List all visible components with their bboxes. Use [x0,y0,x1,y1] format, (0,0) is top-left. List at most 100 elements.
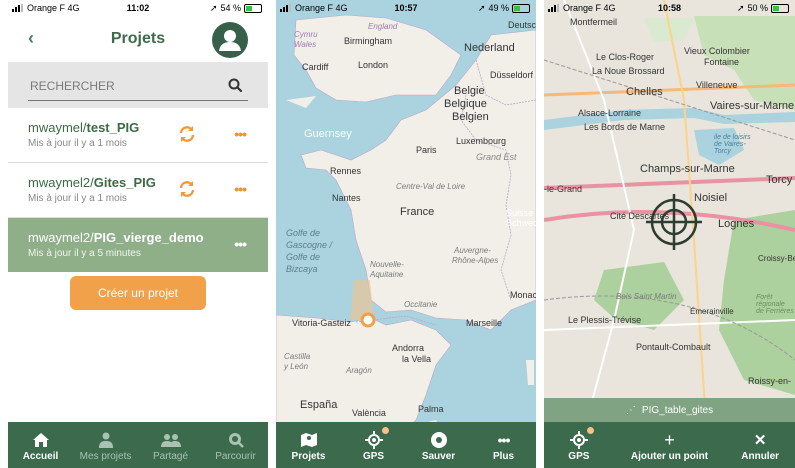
map-label: Noisiel [694,192,728,204]
more-options-icon[interactable]: ••• [234,181,247,197]
map-label: Deutsch [508,20,536,30]
battery-icon [244,3,262,13]
location-icon: ➚ [477,2,486,13]
plus-icon: + [664,429,675,450]
map-label: Cardiff [302,62,329,72]
map-label: Monaco [510,290,536,300]
location-icon: ➚ [736,2,745,13]
layer-points-icon: ⋰ [625,404,636,416]
map-label: Champs-sur-Marne [640,163,735,175]
search-icon[interactable] [228,78,242,92]
carrier-label: Orange F [563,3,602,13]
map-label: Roissy-en- [748,376,792,386]
map-label: Aragón [346,366,372,375]
map-label: Belgien [452,111,489,123]
map-label: Montfermeil [570,17,618,27]
more-options-icon[interactable]: ••• [234,236,247,252]
project-item[interactable]: mwaymel/test_PIG Mis à jour il y a 1 moi… [8,108,268,163]
sync-icon[interactable] [178,125,196,143]
status-bar: Orange F 4G 11:02 ➚ 54 % [8,0,268,16]
map-label: Palma [418,404,444,414]
tab-projets[interactable]: Projets [276,422,341,468]
map-label: Nouvelle- [370,260,404,269]
more-icon: ••• [497,432,511,448]
map-label: y León [284,362,309,371]
carrier-label: Orange F [295,3,334,13]
project-item[interactable]: mwaymel2/Gites_PIG Mis à jour il y a 1 m… [8,163,268,218]
map-label: Rennes [330,166,362,176]
map-label: Bois Saint Martin [616,292,677,301]
tab-label: Annuler [741,451,780,462]
map-label: Castilla [284,352,311,361]
map-label: Fontaine [704,57,740,67]
clock: 11:02 [126,3,150,13]
tab-label: Ajouter un point [630,451,709,462]
tab-plus[interactable]: ••• Plus [471,422,536,468]
map-label: Düsseldorf [490,70,534,80]
project-name: mwaymel/test_PIG [28,120,140,135]
map-label: Les Bords de Marne [584,122,666,132]
battery-label: 49 % [488,3,509,13]
tab-sauver[interactable]: Sauver [406,422,471,468]
user-icon [98,432,113,448]
map-label: Torcy [766,174,793,186]
sync-icon[interactable] [178,180,196,198]
map-label: Nantes [332,193,361,203]
tab-gps[interactable]: GPS [544,422,614,468]
carrier-label: Orange F [27,3,66,13]
more-options-icon[interactable]: ••• [234,126,247,142]
map-screen: Cymru Wales England Birmingham Cardiff L… [276,0,536,468]
map-label: Auvergne- [454,246,491,255]
location-icon: ➚ [209,2,218,13]
battery-label: 54 % [220,3,241,13]
active-layer-bar[interactable]: ⋰ PIG_table_gites [544,398,795,422]
projects-screen: Orange F 4G 11:02 ➚54 % ‹ Projets mwayme… [8,0,268,468]
battery-icon [512,3,530,13]
clock: 10:58 [657,3,682,13]
map-label: Centre-Val de Loire [396,182,466,191]
create-project-button[interactable]: Créer un projet [70,276,206,310]
map-label: ile de loisirs de Vaires-Torcy [714,134,751,155]
close-icon: ✕ [753,432,767,449]
users-icon [160,434,181,447]
map-label: La Noue Brossard [592,66,665,76]
map-label: Émerainville [690,307,734,316]
bottom-tab-bar: Projets GPS Sauver ••• Plus [276,422,536,468]
map-label: Le Clos-Roger [596,52,655,62]
browse-icon [228,433,244,448]
add-point-button[interactable]: + Ajouter un point [614,422,726,468]
map-label: Cité Descartes [610,211,670,221]
tab-label: Parcourir [215,451,256,462]
gps-icon [364,431,383,449]
network-label: 4G [335,3,348,13]
project-item-selected[interactable]: mwaymel2/PIG_vierge_demo Mis à jour il y… [8,218,268,272]
signal-icon [280,4,291,12]
cancel-button[interactable]: ✕ Annuler [725,422,795,468]
tab-label: Accueil [22,451,59,462]
search-input[interactable] [28,72,248,101]
status-bar: Orange F 4G 10:57 ➚ 49 % [276,0,536,16]
tab-label: GPS [568,451,590,462]
record-icon [430,432,447,448]
map-label: Birmingham [344,36,393,46]
avatar[interactable] [212,22,248,58]
map-label: València [352,408,386,418]
map-label: Paris [416,145,437,155]
map-label: Belgique [444,98,487,110]
map-label: Wales [294,40,317,49]
map-label: Golfe de [286,252,321,262]
bottom-tab-bar: GPS + Ajouter un point ✕ Annuler [544,422,795,468]
signal-icon [12,4,23,12]
tab-mes-projets[interactable]: Mes projets [73,422,138,468]
tab-accueil[interactable]: Accueil [8,422,73,468]
map-label: Aquitaine [370,270,404,279]
tab-gps[interactable]: GPS [341,422,406,468]
tab-parcourir[interactable]: Parcourir [203,422,268,468]
map-label: Schweiz [506,218,536,228]
map-label: Cymru [294,30,318,39]
map-label: Bizcaya [286,264,318,274]
map-label: -le-Grand [544,184,583,194]
tab-label: Projets [291,451,326,462]
tab-partage[interactable]: Partagé [138,422,203,468]
map-label: Vieux Colombier [684,46,750,56]
